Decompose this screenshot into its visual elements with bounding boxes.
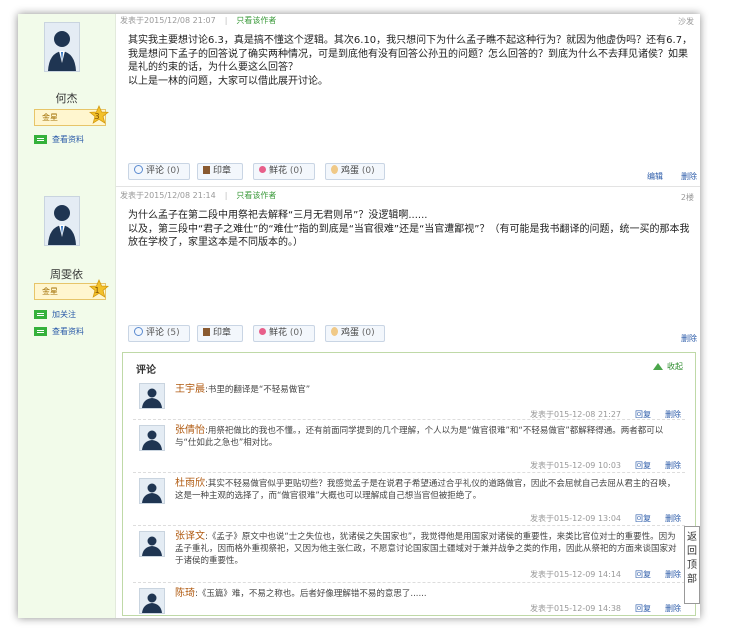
comment-avatar[interactable] [139,531,165,557]
divider [133,472,685,473]
comment-footer: 发表于015-12-09 14:38 回复 删除 [530,604,681,613]
comment-footer: 发表于015-12-09 14:14 回复 删除 [530,570,681,579]
level-badge: 金星 1 [34,279,109,300]
delete-link[interactable]: 删除 [681,171,697,182]
comment-author[interactable]: 张倩怡 [175,425,205,436]
egg-icon [331,327,338,336]
stamp-icon [203,165,210,174]
level-badge: 金星 3 [34,105,109,126]
delete-link[interactable]: 删除 [665,570,681,579]
flower-button[interactable]: 鲜花 (0) [253,325,315,342]
post-body: 为什么孟子在第二段中用祭祀去解释“三月无君则吊”？没逻辑啊...... 以及，第… [128,209,693,250]
edit-link[interactable]: 编辑 [647,171,663,182]
comment-author[interactable]: 杜雨欣 [175,478,205,489]
avatar[interactable] [44,22,80,72]
egg-button[interactable]: 鸡蛋 (0) [325,163,385,180]
follow-link[interactable]: 加关注 [34,309,76,320]
profile-icon [34,135,47,144]
stamp-icon [203,327,210,336]
add-user-icon [34,310,47,319]
comment-text: 张倩怡:用祭祀做比的我也不懂。，还有前面同学提到的几个理解，个人以为是“做官很难… [175,425,664,448]
comment-avatar[interactable] [139,478,165,504]
arrow-up-icon [653,363,663,370]
delete-link[interactable]: 删除 [665,461,681,470]
delete-link[interactable]: 删除 [665,514,681,523]
reply-link[interactable]: 回复 [635,604,651,613]
comment-avatar[interactable] [139,588,165,614]
post-meta: 发表于2015/12/08 21:14 | 只看该作者 [120,191,277,200]
egg-button[interactable]: 鸡蛋 (0) [325,325,385,342]
flower-button[interactable]: 鲜花 (0) [253,163,315,180]
post-paragraph: 为什么孟子在第二段中用祭祀去解释“三月无君则吊”？没逻辑啊...... [128,210,428,221]
reply-link[interactable]: 回复 [635,514,651,523]
view-profile-link[interactable]: 查看资料 [34,134,84,145]
comment-text: 陈琦:《玉篇》难，不易之称也。后者好像理解错不易的意思了...... [175,588,427,599]
stamp-button[interactable]: 印章 [197,325,243,342]
delete-link[interactable]: 删除 [665,410,681,419]
reply-link[interactable]: 回复 [635,410,651,419]
comment-item: 陈琦:《玉篇》难，不易之称也。后者好像理解错不易的意思了...... 发表于01… [123,586,695,616]
comment-footer: 发表于015-12-09 10:03 回复 删除 [530,461,681,470]
post-1: 何杰 金星 3 查看资料 发表于2015/12/08 21:07 | 只看该作者 沙… [18,14,700,187]
comment-icon [134,165,143,174]
comment-author[interactable]: 王宇晨 [175,384,205,395]
delete-link[interactable]: 删除 [665,604,681,613]
post-body: 其实我主要想讨论6.3，真是搞不懂这个逻辑。其次6.10，我只想问下为什么孟子瞧… [128,34,693,88]
post-paragraph: 以及，第三段中“君子之难仕”的“难仕”指的到底是“当官很难”还是“当官遭鄙视”？… [128,223,690,249]
only-author-link[interactable]: 只看该作者 [236,191,276,200]
username[interactable]: 何杰 [18,90,115,106]
comment-avatar[interactable] [139,383,165,409]
only-author-link[interactable]: 只看该作者 [236,16,276,25]
comment-footer: 发表于015-12-09 13:04 回复 删除 [530,514,681,523]
comment-avatar[interactable] [139,425,165,451]
delete-link[interactable]: 删除 [681,333,697,344]
comment-button[interactable]: 评论 (0) [128,163,190,180]
divider [133,582,685,583]
reply-link[interactable]: 回复 [635,461,651,470]
comment-button[interactable]: 评论 (5) [128,325,190,342]
comment-text: 张译文:《孟子》原文中也说“士之失位也，犹诸侯之失国家也”，我觉得他是用国家对诸… [175,531,677,566]
profile-icon [34,327,47,336]
egg-icon [331,165,338,174]
comment-item: 张译文:《孟子》原文中也说“士之失位也，犹诸侯之失国家也”，我觉得他是用国家对诸… [123,529,695,583]
level-number: 1 [94,286,100,295]
comment-panel: 评论 收起 王宇晨:书里的翻译是“不轻易做官” 发表于015-12-08 21:… [122,352,696,616]
avatar[interactable] [44,196,80,246]
flower-icon [259,166,266,173]
comment-author[interactable]: 张译文 [175,531,205,542]
floor-label: 沙发 [678,17,694,26]
post-2: 周雯依 金星 1 加关注 查看资料 发表于2015/12/08 21:14 | 只看… [18,186,700,618]
forum-thread: 何杰 金星 3 查看资料 发表于2015/12/08 21:07 | 只看该作者 沙… [18,14,700,618]
level-label: 金星 [42,287,58,296]
post-paragraph: 其实我主要想讨论6.3，真是搞不懂这个逻辑。其次6.10，我只想问下为什么孟子瞧… [128,35,693,73]
comment-icon [134,327,143,336]
collapse-button[interactable]: 收起 [653,361,683,372]
post-meta: 发表于2015/12/08 21:07 | 只看该作者 [120,16,277,25]
comment-panel-title: 评论 [136,365,156,376]
comment-text: 杜雨欣:其实不轻易做官似乎更贴切些？我感觉孟子是在说君子希望通过合乎礼仪的道路做… [175,478,676,501]
floor-label: 2楼 [680,193,694,202]
level-number: 3 [94,112,100,121]
post-paragraph: 以上是一林的问题，大家可以借此展开讨论。 [128,75,328,87]
divider [133,525,685,526]
comment-author[interactable]: 陈琦 [175,588,195,599]
comment-item: 杜雨欣:其实不轻易做官似乎更贴切些？我感觉孟子是在说君子希望通过合乎礼仪的道路做… [123,476,695,528]
divider [133,419,685,420]
user-sidebar: 何杰 金星 3 查看资料 [18,14,116,186]
stamp-button[interactable]: 印章 [197,163,243,180]
comment-item: 张倩怡:用祭祀做比的我也不懂。，还有前面同学提到的几个理解，个人以为是“做官很难… [123,423,695,475]
flower-icon [259,328,266,335]
view-profile-link[interactable]: 查看资料 [34,326,84,337]
back-to-top-button[interactable]: 返回顶部 [684,526,700,604]
reply-link[interactable]: 回复 [635,570,651,579]
user-sidebar: 周雯依 金星 1 加关注 查看资料 [18,186,116,618]
comment-text: 王宇晨:书里的翻译是“不轻易做官” [175,384,311,395]
level-label: 金星 [42,113,58,122]
